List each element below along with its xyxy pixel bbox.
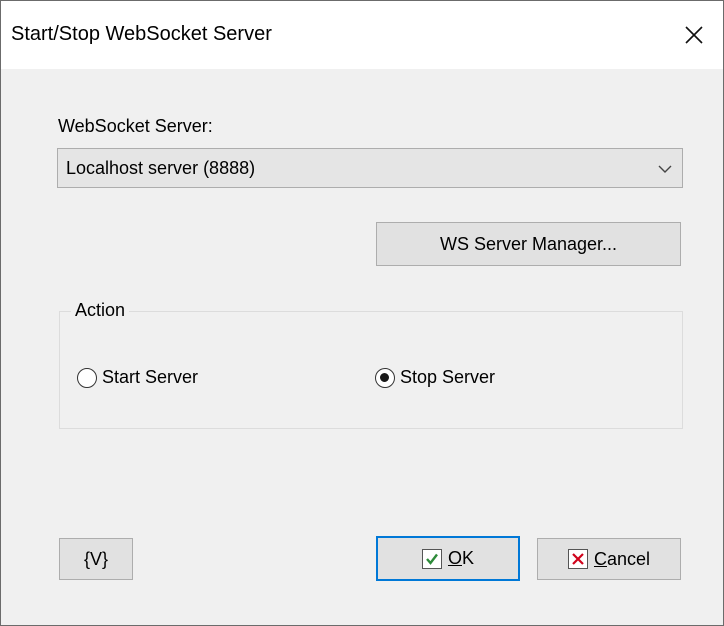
start-server-label: Start Server xyxy=(102,367,199,387)
x-icon xyxy=(567,549,588,569)
check-icon xyxy=(421,548,442,569)
cancel-label: Cancel xyxy=(593,548,651,569)
server-label: WebSocket Server: xyxy=(58,116,213,136)
stop-server-radio-circle xyxy=(375,368,395,388)
window-title: Start/Stop WebSocket Server xyxy=(11,23,272,45)
cancel-button[interactable]: Cancel xyxy=(537,538,681,580)
dialog-window: Start/Stop WebSocket Server WebSocket Se… xyxy=(0,0,724,626)
close-button[interactable] xyxy=(665,1,723,69)
ok-label: OK xyxy=(447,548,475,568)
action-group-label: Action xyxy=(71,300,130,321)
title-bar: Start/Stop WebSocket Server xyxy=(1,1,723,69)
close-icon xyxy=(685,26,703,44)
chevron-down-icon xyxy=(658,165,672,173)
ws-server-manager-button[interactable]: WS Server Manager... xyxy=(376,222,681,266)
ok-button[interactable]: OK xyxy=(376,536,520,581)
variables-button[interactable]: {V} xyxy=(59,538,133,580)
stop-server-label: Stop Server xyxy=(400,367,496,387)
stop-server-radio[interactable]: Stop Server xyxy=(375,365,535,391)
server-select[interactable]: Localhost server (8888) xyxy=(57,148,683,188)
start-server-radio[interactable]: Start Server xyxy=(77,365,237,391)
start-server-radio-circle xyxy=(77,368,97,388)
radio-selected-dot xyxy=(380,373,389,382)
server-select-value: Localhost server (8888) xyxy=(66,158,256,178)
